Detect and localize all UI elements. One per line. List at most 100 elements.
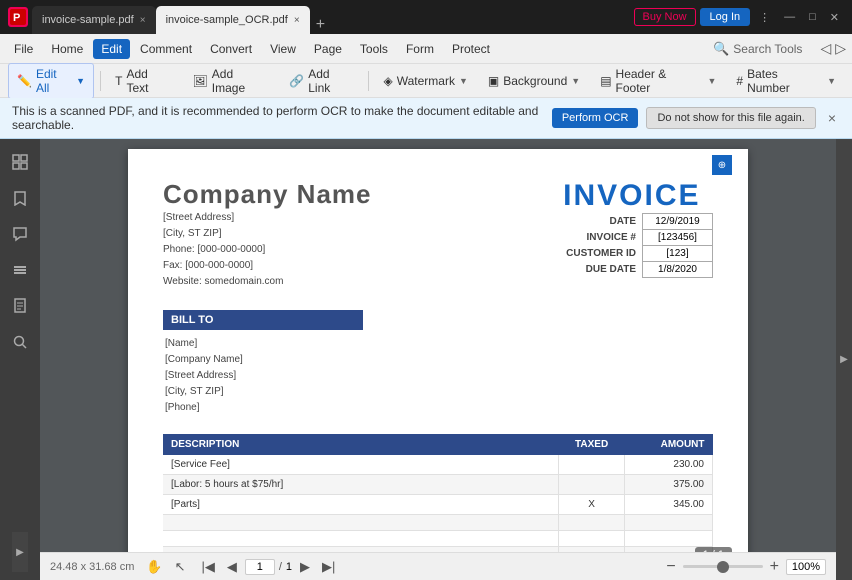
cell-amount bbox=[625, 515, 713, 531]
watermark-button[interactable]: ◈ Watermark ▼ bbox=[375, 70, 475, 92]
invoice-header: Company Name [Street Address] [City, ST … bbox=[163, 179, 713, 290]
last-page-icon[interactable]: ▶| bbox=[318, 557, 339, 577]
menu-form[interactable]: Form bbox=[398, 39, 442, 59]
search-icon: 🔍 bbox=[713, 41, 729, 57]
menu-page[interactable]: Page bbox=[306, 39, 350, 59]
menu-protect[interactable]: Protect bbox=[444, 39, 498, 59]
nav-back-icon[interactable]: ◁ bbox=[820, 40, 831, 57]
invoice-meta-table: DATE 12/9/2019 INVOICE # [123456] CUSTOM… bbox=[563, 213, 713, 278]
ocr-message: This is a scanned PDF, and it is recomme… bbox=[12, 104, 544, 132]
title-bar: P invoice-sample.pdf × invoice-sample_OC… bbox=[0, 0, 852, 34]
zoom-area: − + bbox=[663, 558, 826, 576]
invoice-table: DESCRIPTION TAXED AMOUNT [Service Fee] 2… bbox=[163, 434, 713, 552]
pdf-action-icon[interactable]: ⊕ bbox=[712, 155, 732, 175]
cell-taxed bbox=[559, 531, 625, 547]
first-page-icon[interactable]: |◀ bbox=[197, 557, 218, 577]
add-image-icon: 🖼 bbox=[193, 74, 208, 88]
menu-comment[interactable]: Comment bbox=[132, 39, 200, 59]
cell-description: [Service Fee] bbox=[163, 455, 559, 475]
pdf-page: Company Name [Street Address] [City, ST … bbox=[128, 149, 748, 552]
prev-page-icon[interactable]: ◀ bbox=[223, 557, 241, 577]
menu-tools[interactable]: Tools bbox=[352, 39, 396, 59]
add-text-button[interactable]: T Add Text bbox=[107, 63, 180, 99]
tab-invoice-ocr[interactable]: invoice-sample_OCR.pdf × bbox=[156, 6, 310, 34]
table-row bbox=[163, 515, 713, 531]
search-tools[interactable]: 🔍 Search Tools bbox=[705, 38, 810, 60]
link-icon: 🔗 bbox=[289, 74, 304, 88]
cell-amount: 345.00 bbox=[625, 495, 713, 515]
tab-invoice-sample[interactable]: invoice-sample.pdf × bbox=[32, 6, 156, 34]
add-image-button[interactable]: 🖼 Add Image bbox=[185, 63, 278, 99]
cell-description bbox=[163, 547, 559, 553]
maximize-icon[interactable]: □ bbox=[804, 9, 821, 25]
cell-amount: 230.00 bbox=[625, 455, 713, 475]
separator2 bbox=[368, 71, 369, 91]
page-number-input[interactable] bbox=[245, 559, 275, 575]
bates-number-button[interactable]: # Bates Number ▼ bbox=[728, 63, 844, 99]
panel-pages-icon[interactable] bbox=[5, 291, 35, 321]
page-badge: 1 / 1 bbox=[695, 547, 732, 552]
page-total: 1 bbox=[286, 561, 292, 573]
panel-layers-icon[interactable] bbox=[5, 255, 35, 285]
edit-all-label: Edit All bbox=[36, 67, 72, 95]
col-description: DESCRIPTION bbox=[163, 434, 559, 455]
left-panel: ▶ bbox=[0, 139, 40, 580]
menu-bar: File Home Edit Comment Convert View Page… bbox=[0, 34, 852, 64]
add-link-label: Add Link bbox=[308, 67, 354, 95]
invoice-meta: INVOICE DATE 12/9/2019 INVOICE # [123456… bbox=[563, 179, 713, 278]
new-tab-button[interactable]: + bbox=[310, 16, 331, 34]
buy-now-button[interactable]: Buy Now bbox=[634, 8, 696, 26]
header-footer-button[interactable]: ▤ Header & Footer ▼ bbox=[592, 63, 724, 99]
background-button[interactable]: ▣ Background ▼ bbox=[480, 70, 588, 92]
zoom-in-icon[interactable]: + bbox=[767, 558, 782, 576]
perform-ocr-button[interactable]: Perform OCR bbox=[552, 108, 639, 128]
chevron-down-icon: ▼ bbox=[707, 76, 716, 86]
zoom-out-icon[interactable]: − bbox=[663, 558, 678, 576]
left-panel-collapse[interactable]: ▶ bbox=[12, 532, 28, 572]
select-tool-icon[interactable]: ↖ bbox=[171, 557, 190, 577]
zoom-level-input[interactable] bbox=[786, 559, 826, 575]
hand-tool-icon[interactable]: ✋ bbox=[142, 557, 166, 577]
menu-home[interactable]: Home bbox=[43, 39, 91, 59]
panel-thumbnails-icon[interactable] bbox=[5, 147, 35, 177]
close-icon[interactable]: × bbox=[294, 15, 300, 26]
separator bbox=[100, 71, 101, 91]
bates-number-label: Bates Number bbox=[747, 67, 823, 95]
zoom-slider[interactable] bbox=[683, 565, 763, 568]
add-text-icon: T bbox=[115, 74, 122, 88]
cell-taxed bbox=[559, 515, 625, 531]
login-button[interactable]: Log In bbox=[700, 8, 751, 26]
cell-description: [Parts] bbox=[163, 495, 559, 515]
pdf-scroll[interactable]: Company Name [Street Address] [City, ST … bbox=[40, 139, 836, 552]
close-icon[interactable]: × bbox=[140, 15, 146, 26]
menu-edit[interactable]: Edit bbox=[93, 39, 130, 59]
add-link-button[interactable]: 🔗 Add Link bbox=[281, 63, 362, 99]
close-window-icon[interactable]: ✕ bbox=[825, 9, 844, 26]
dismiss-ocr-button[interactable]: Do not show for this file again. bbox=[646, 107, 815, 129]
menu-convert[interactable]: Convert bbox=[202, 39, 260, 59]
cell-description: [Labor: 5 hours at $75/hr] bbox=[163, 475, 559, 495]
next-page-icon[interactable]: ▶ bbox=[296, 557, 314, 577]
right-panel-collapse[interactable]: ▶ bbox=[836, 139, 852, 580]
background-icon: ▣ bbox=[488, 74, 499, 88]
close-banner-icon[interactable]: × bbox=[824, 110, 840, 126]
invoice-title: INVOICE bbox=[563, 179, 713, 213]
watermark-icon: ◈ bbox=[383, 74, 392, 88]
page-separator: / bbox=[279, 561, 282, 573]
minimize-icon[interactable]: — bbox=[779, 9, 800, 25]
col-taxed: TAXED bbox=[559, 434, 625, 455]
more-options-icon[interactable]: ⋮ bbox=[754, 9, 775, 26]
app-icon: P bbox=[8, 7, 28, 27]
bill-to-section: BILL TO [Name] [Company Name] [Street Ad… bbox=[163, 310, 713, 416]
menu-file[interactable]: File bbox=[6, 39, 41, 59]
cell-taxed bbox=[559, 455, 625, 475]
menu-view[interactable]: View bbox=[262, 39, 304, 59]
edit-all-button[interactable]: ✏️ Edit All ▼ bbox=[8, 63, 94, 99]
header-footer-label: Header & Footer bbox=[616, 67, 704, 95]
panel-search-icon[interactable] bbox=[5, 327, 35, 357]
nav-forward-icon[interactable]: ▷ bbox=[835, 40, 846, 57]
panel-bookmarks-icon[interactable] bbox=[5, 183, 35, 213]
panel-comments-icon[interactable] bbox=[5, 219, 35, 249]
company-info: Company Name [Street Address] [City, ST … bbox=[163, 179, 372, 290]
svg-text:P: P bbox=[13, 12, 20, 24]
